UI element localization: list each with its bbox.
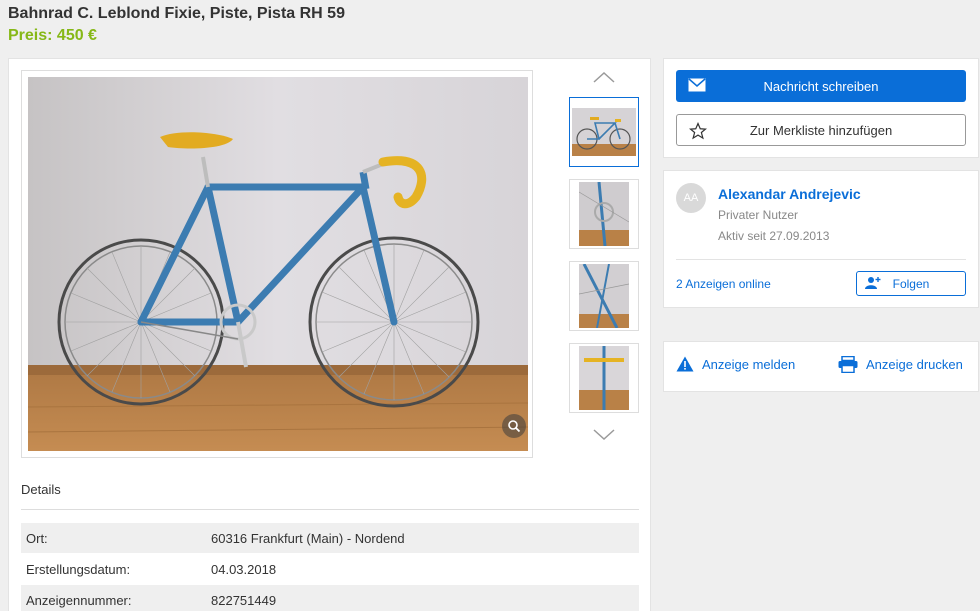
user-plus-icon	[865, 277, 881, 289]
report-ad-label: Anzeige melden	[702, 356, 796, 372]
thumbnails-down-button[interactable]	[589, 425, 619, 445]
send-message-button[interactable]: Nachricht schreiben	[676, 70, 966, 102]
thumbnail-image	[572, 108, 636, 156]
bicycle-photo	[28, 77, 528, 451]
chevron-up-icon	[593, 71, 615, 83]
detail-value: 822751449	[211, 592, 277, 608]
listing-title: Bahnrad C. Leblond Fixie, Piste, Pista R…	[8, 5, 345, 22]
detail-row: Erstellungsdatum: 04.03.2018	[21, 554, 639, 584]
detail-label: Ort:	[26, 530, 48, 546]
detail-row: Anzeigennummer: 822751449	[21, 585, 639, 611]
listing-main-card: Details Ort: 60316 Frankfurt (Main) - No…	[8, 58, 651, 611]
magnifier-icon	[508, 420, 521, 433]
seller-ads-link[interactable]: 2 Anzeigen online	[676, 277, 771, 291]
avatar: AA	[676, 183, 706, 213]
seller-active-since: Aktiv seit 27.09.2013	[718, 229, 830, 243]
printer-icon	[838, 356, 858, 373]
thumbnail-1[interactable]	[569, 97, 639, 167]
details-heading: Details	[21, 482, 61, 497]
divider	[21, 509, 639, 510]
divider	[676, 259, 966, 260]
detail-value: 04.03.2018	[211, 561, 277, 577]
print-ad-link[interactable]: Anzeige drucken	[838, 356, 963, 373]
thumbnail-image	[579, 182, 629, 246]
seller-name-link[interactable]: Alexandar Andrejevic	[718, 186, 861, 202]
main-image[interactable]	[21, 70, 533, 458]
detail-label: Anzeigennummer:	[26, 592, 132, 608]
add-to-watchlist-label: Zur Merkliste hinzufügen	[749, 122, 893, 138]
add-to-watchlist-button[interactable]: Zur Merkliste hinzufügen	[676, 114, 966, 146]
listing-price: Preis: 450 €	[8, 27, 97, 44]
print-ad-label: Anzeige drucken	[866, 357, 963, 372]
follow-label: Folgen	[892, 276, 930, 291]
thumbnail-2[interactable]	[569, 179, 639, 249]
follow-button[interactable]: Folgen	[856, 271, 966, 296]
report-ad-link[interactable]: Anzeige melden	[676, 356, 795, 372]
detail-value: 60316 Frankfurt (Main) - Nordend	[211, 530, 405, 546]
seller-type: Privater Nutzer	[718, 208, 799, 222]
tools-card: Anzeige melden Anzeige drucken	[663, 341, 979, 392]
star-icon	[689, 122, 707, 140]
send-message-label: Nachricht schreiben	[763, 78, 879, 94]
zoom-button[interactable]	[502, 414, 526, 438]
detail-label: Erstellungsdatum:	[26, 561, 131, 577]
thumbnail-4[interactable]	[569, 343, 639, 413]
detail-row: Ort: 60316 Frankfurt (Main) - Nordend	[21, 523, 639, 553]
warning-icon	[676, 356, 694, 372]
thumbnails-up-button[interactable]	[589, 67, 619, 87]
chevron-down-icon	[593, 429, 615, 441]
thumbnail-image	[579, 264, 629, 328]
thumbnail-3[interactable]	[569, 261, 639, 331]
envelope-icon	[688, 78, 706, 92]
contact-card: Nachricht schreiben Zur Merkliste hinzuf…	[663, 58, 979, 158]
thumbnail-image	[579, 346, 629, 410]
seller-card: AA Alexandar Andrejevic Privater Nutzer …	[663, 170, 979, 308]
